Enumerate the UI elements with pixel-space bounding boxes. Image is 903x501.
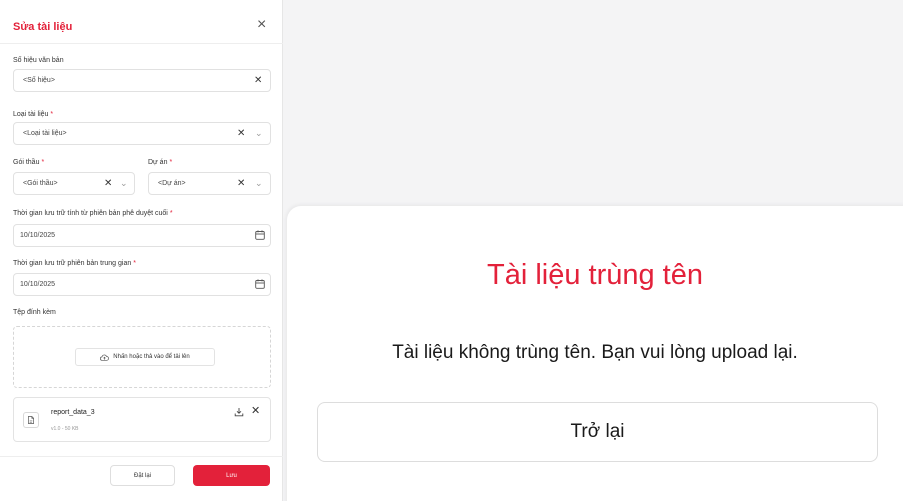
document-type-select[interactable]: <Loại tài liệu> ✕ ⌄ xyxy=(13,122,271,145)
save-button[interactable]: Lưu xyxy=(193,465,270,486)
remove-file-icon[interactable]: ✕ xyxy=(251,405,260,417)
footer-divider xyxy=(0,456,283,457)
download-icon[interactable] xyxy=(234,407,244,417)
attached-file-card: report_data_3 v1.0 - 50 KB ✕ xyxy=(13,397,271,442)
retention-intermediate-label-text: Thời gian lưu trữ phiên bản trung gian xyxy=(13,260,132,267)
project-placeholder: <Dự án> xyxy=(158,180,186,187)
retention-final-date-input[interactable]: 10/10/2025 xyxy=(13,224,271,247)
chevron-down-icon[interactable]: ⌄ xyxy=(255,127,263,139)
dialog-title: Tài liệu trùng tên xyxy=(486,259,703,291)
chevron-down-icon[interactable]: ⌄ xyxy=(255,177,263,189)
form-header: Sửa tài liệu × xyxy=(0,0,283,44)
reset-button[interactable]: Đặt lại xyxy=(110,465,175,486)
retention-final-label: Thời gian lưu trữ tính từ phiên bản phê … xyxy=(13,210,173,217)
required-mark: * xyxy=(133,260,136,267)
calendar-icon[interactable] xyxy=(255,230,265,240)
chevron-down-icon[interactable]: ⌄ xyxy=(120,177,128,189)
retention-intermediate-value: 10/10/2025 xyxy=(20,281,56,288)
document-type-label: Loại tài liệu * xyxy=(13,111,53,118)
project-label: Dự án * xyxy=(148,159,172,166)
document-number-placeholder: <Số hiệu> xyxy=(23,77,55,84)
upload-button[interactable]: Nhấn hoặc thả vào để tải lên xyxy=(75,348,215,366)
document-type-label-text: Loại tài liệu xyxy=(13,111,49,118)
document-number-input[interactable]: <Số hiệu> ✕ xyxy=(13,69,271,92)
document-number-label: Số hiệu văn bản xyxy=(13,57,64,64)
retention-final-label-text: Thời gian lưu trữ tính từ phiên bản phê … xyxy=(13,210,168,217)
file-icon xyxy=(23,412,39,428)
required-mark: * xyxy=(41,159,45,166)
package-label: Gói thầu * xyxy=(13,159,44,166)
retention-intermediate-date-input[interactable]: 10/10/2025 xyxy=(13,273,271,296)
edit-document-panel: Sửa tài liệu × Số hiệu văn bản <Số hiệu>… xyxy=(0,0,283,501)
package-select[interactable]: <Gói thầu> ✕ ⌄ xyxy=(13,172,135,195)
file-meta: v1.0 - 50 KB xyxy=(51,426,79,432)
retention-intermediate-label: Thời gian lưu trữ phiên bản trung gian * xyxy=(13,260,136,267)
project-select[interactable]: <Dự án> ✕ ⌄ xyxy=(148,172,271,195)
file-name: report_data_3 xyxy=(51,409,95,416)
close-icon[interactable]: × xyxy=(257,17,266,33)
calendar-icon[interactable] xyxy=(255,279,265,289)
document-type-placeholder: <Loại tài liệu> xyxy=(23,130,67,137)
clear-icon[interactable]: ✕ xyxy=(237,128,245,140)
dialog-message: Tài liệu không trùng tên. Bạn vui lòng u… xyxy=(392,342,798,363)
retention-final-value: 10/10/2025 xyxy=(20,232,56,239)
package-placeholder: <Gói thầu> xyxy=(23,180,58,187)
clear-icon[interactable]: ✕ xyxy=(104,178,112,190)
required-mark: * xyxy=(169,159,173,166)
clear-icon[interactable]: ✕ xyxy=(237,178,245,190)
duplicate-name-dialog: Tài liệu trùng tên Tài liệu không trùng … xyxy=(287,206,903,501)
clear-icon[interactable]: ✕ xyxy=(254,75,262,87)
project-label-text: Dự án xyxy=(148,159,168,166)
required-mark: * xyxy=(50,111,54,118)
cloud-upload-icon xyxy=(100,354,110,361)
form-title: Sửa tài liệu xyxy=(13,21,73,33)
back-button[interactable]: Trở lại xyxy=(317,402,878,462)
upload-dropzone[interactable]: Nhấn hoặc thả vào để tải lên xyxy=(13,326,271,388)
package-label-text: Gói thầu xyxy=(13,159,40,166)
attachments-label: Tệp đính kèm xyxy=(13,309,56,316)
upload-text: Nhấn hoặc thả vào để tải lên xyxy=(113,354,190,360)
required-mark: * xyxy=(169,210,173,217)
